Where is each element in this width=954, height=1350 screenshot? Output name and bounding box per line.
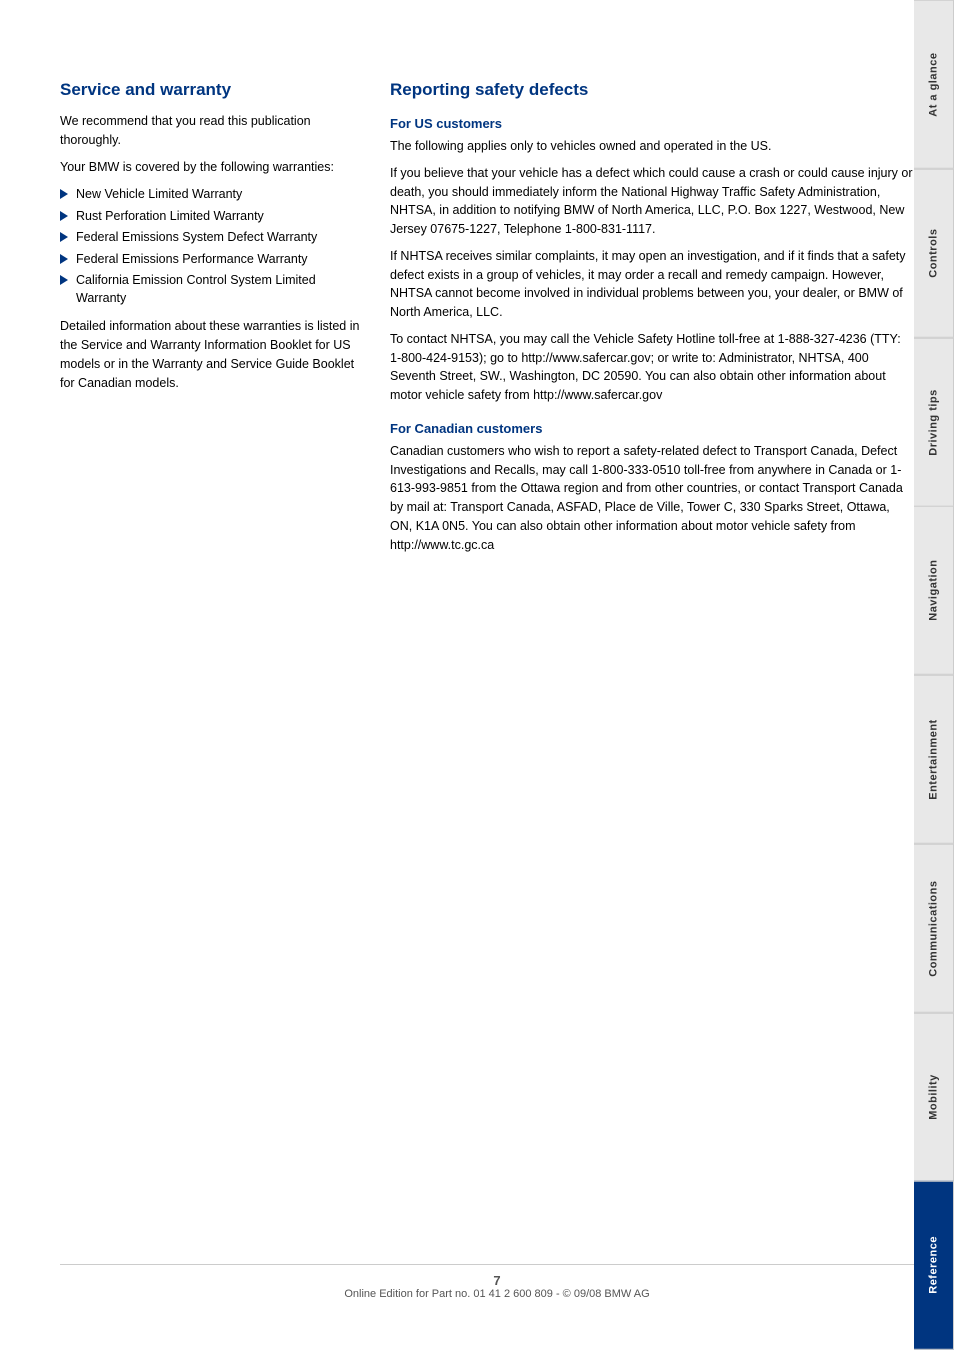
warranty-item-text: California Emission Control System Limit… xyxy=(76,272,360,307)
footer-text: Online Edition for Part no. 01 41 2 600 … xyxy=(344,1288,649,1300)
left-column: Service and warranty We recommend that y… xyxy=(60,80,360,562)
warranty-item-text: New Vehicle Limited Warranty xyxy=(76,186,242,204)
service-intro-2: Your BMW is covered by the following war… xyxy=(60,158,360,177)
service-warranty-title: Service and warranty xyxy=(60,80,360,100)
reporting-title: Reporting safety defects xyxy=(390,80,914,100)
bullet-arrow-icon xyxy=(60,254,68,264)
sidebar-tab-mobility[interactable]: Mobility xyxy=(914,1013,954,1182)
warranty-list-item: New Vehicle Limited Warranty xyxy=(60,186,360,204)
warranty-item-text: Federal Emissions Performance Warranty xyxy=(76,251,308,269)
warranty-list: New Vehicle Limited Warranty Rust Perfora… xyxy=(60,186,360,307)
bullet-arrow-icon xyxy=(60,232,68,242)
sidebar-tab-reference[interactable]: Reference xyxy=(914,1181,954,1350)
sidebar-tab-driving-tips[interactable]: Driving tips xyxy=(914,338,954,507)
warranty-item-text: Federal Emissions System Defect Warranty xyxy=(76,229,317,247)
bullet-arrow-icon xyxy=(60,275,68,285)
canadian-para-1: Canadian customers who wish to report a … xyxy=(390,442,914,555)
main-content: Service and warranty We recommend that y… xyxy=(0,0,954,1350)
us-para-3: If NHTSA receives similar complaints, it… xyxy=(390,247,914,322)
bullet-arrow-icon xyxy=(60,189,68,199)
service-intro-1: We recommend that you read this publicat… xyxy=(60,112,360,150)
warranty-list-item: Federal Emissions System Defect Warranty xyxy=(60,229,360,247)
page-number: 7 xyxy=(493,1273,500,1288)
us-para-1: The following applies only to vehicles o… xyxy=(390,137,914,156)
sidebar-tab-at-a-glance[interactable]: At a glance xyxy=(914,0,954,169)
right-column: Reporting safety defects For US customer… xyxy=(390,80,914,562)
us-para-4: To contact NHTSA, you may call the Vehic… xyxy=(390,330,914,405)
page-footer: 7 Online Edition for Part no. 01 41 2 60… xyxy=(60,1264,934,1300)
sidebar-tabs: At a glanceControlsDriving tipsNavigatio… xyxy=(914,0,954,1350)
us-para-2: If you believe that your vehicle has a d… xyxy=(390,164,914,239)
sidebar-tab-communications[interactable]: Communications xyxy=(914,844,954,1013)
service-detail: Detailed information about these warrant… xyxy=(60,317,360,392)
page-container: Service and warranty We recommend that y… xyxy=(0,0,954,1350)
warranty-item-text: Rust Perforation Limited Warranty xyxy=(76,208,264,226)
bullet-arrow-icon xyxy=(60,211,68,221)
us-customers-title: For US customers xyxy=(390,116,914,131)
sidebar-tab-entertainment[interactable]: Entertainment xyxy=(914,675,954,844)
sidebar-tab-controls[interactable]: Controls xyxy=(914,169,954,338)
warranty-list-item: Federal Emissions Performance Warranty xyxy=(60,251,360,269)
warranty-list-item: Rust Perforation Limited Warranty xyxy=(60,208,360,226)
warranty-list-item: California Emission Control System Limit… xyxy=(60,272,360,307)
canadian-customers-title: For Canadian customers xyxy=(390,421,914,436)
two-column-layout: Service and warranty We recommend that y… xyxy=(60,80,914,562)
sidebar-tab-navigation[interactable]: Navigation xyxy=(914,506,954,675)
